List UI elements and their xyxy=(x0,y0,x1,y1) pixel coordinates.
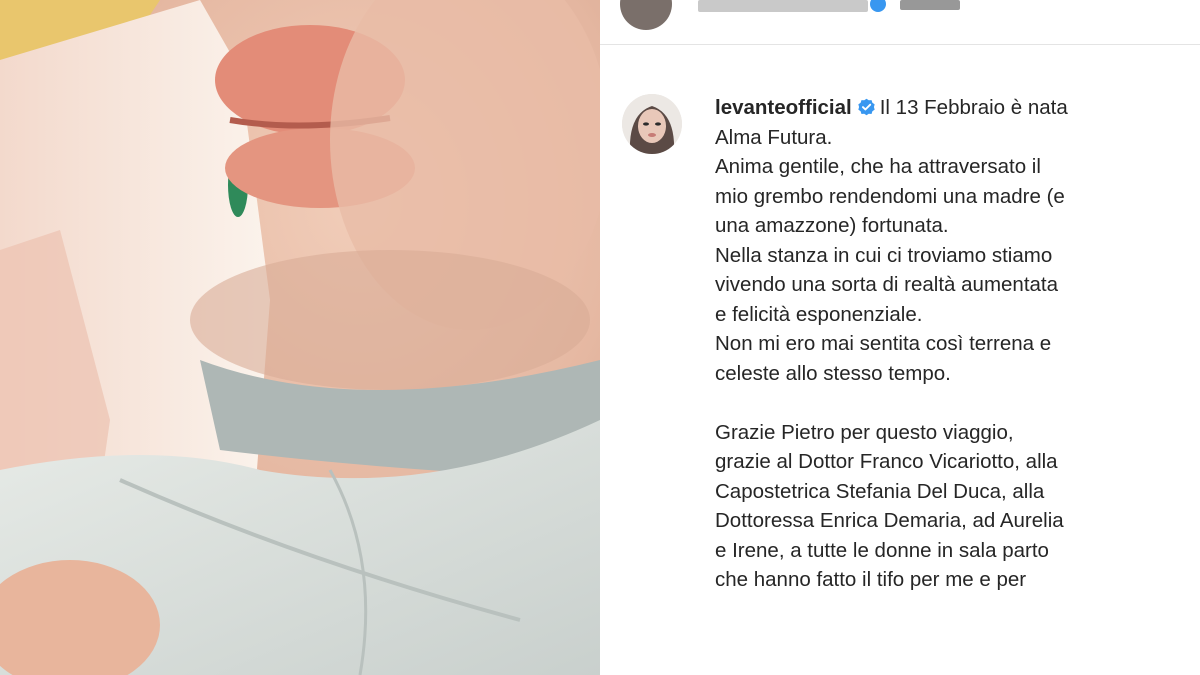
caption-line: vivendo una sorta di realtà aumentata xyxy=(715,273,1059,296)
caption-first-line: levanteofficial Il 13 Febbraio è nata xyxy=(715,93,1185,123)
caption-line: Grazie Pietro per questo viaggio, xyxy=(715,420,1014,444)
post-photo[interactable] xyxy=(0,0,600,675)
caption-line: mio grembo rendendomi una madre (e xyxy=(715,184,1065,208)
post-header xyxy=(600,0,1200,45)
caption-line: grazie al Dottor Franco Vicariotto, alla xyxy=(715,450,1058,473)
caption-line: Il 13 Febbraio è nata xyxy=(879,96,1068,119)
header-avatar[interactable] xyxy=(620,0,672,30)
caption-line: Non mi ero mai sentita così terrena e xyxy=(715,332,1052,355)
header-username[interactable] xyxy=(698,0,868,12)
caption-line: Dottoressa Enrica Demaria, ad Aurelia xyxy=(715,509,1064,532)
profile-avatar[interactable] xyxy=(622,94,682,154)
post-caption: levanteofficial Il 13 Febbraio è nata Alm… xyxy=(715,93,1185,595)
caption-username[interactable]: levanteofficial xyxy=(715,96,852,119)
follow-button[interactable] xyxy=(900,0,960,10)
post-sidebar: levanteofficial Il 13 Febbraio è nata Alm… xyxy=(600,0,1200,675)
verified-badge-icon xyxy=(870,0,886,12)
caption-line: Capostetrica Stefania Del Duca, alla xyxy=(715,479,1045,503)
caption-line: celeste allo stesso tempo. xyxy=(715,361,951,385)
caption-line: una amazzone) fortunata. xyxy=(715,214,949,237)
caption-line: che hanno fatto il tifo per me e per xyxy=(715,568,1027,591)
caption-line: e Irene, a tutte le donne in sala parto xyxy=(715,538,1049,562)
avatar-image xyxy=(622,94,682,154)
baby-photo-image xyxy=(0,0,600,675)
caption-line: Nella stanza in cui ci troviamo stiamo xyxy=(715,243,1053,267)
caption-line: Alma Futura. xyxy=(715,125,833,149)
verified-badge-icon xyxy=(858,98,875,116)
caption-line: Anima gentile, che ha attraversato il xyxy=(715,155,1041,178)
caption-line: e felicità esponenziale. xyxy=(715,302,923,326)
